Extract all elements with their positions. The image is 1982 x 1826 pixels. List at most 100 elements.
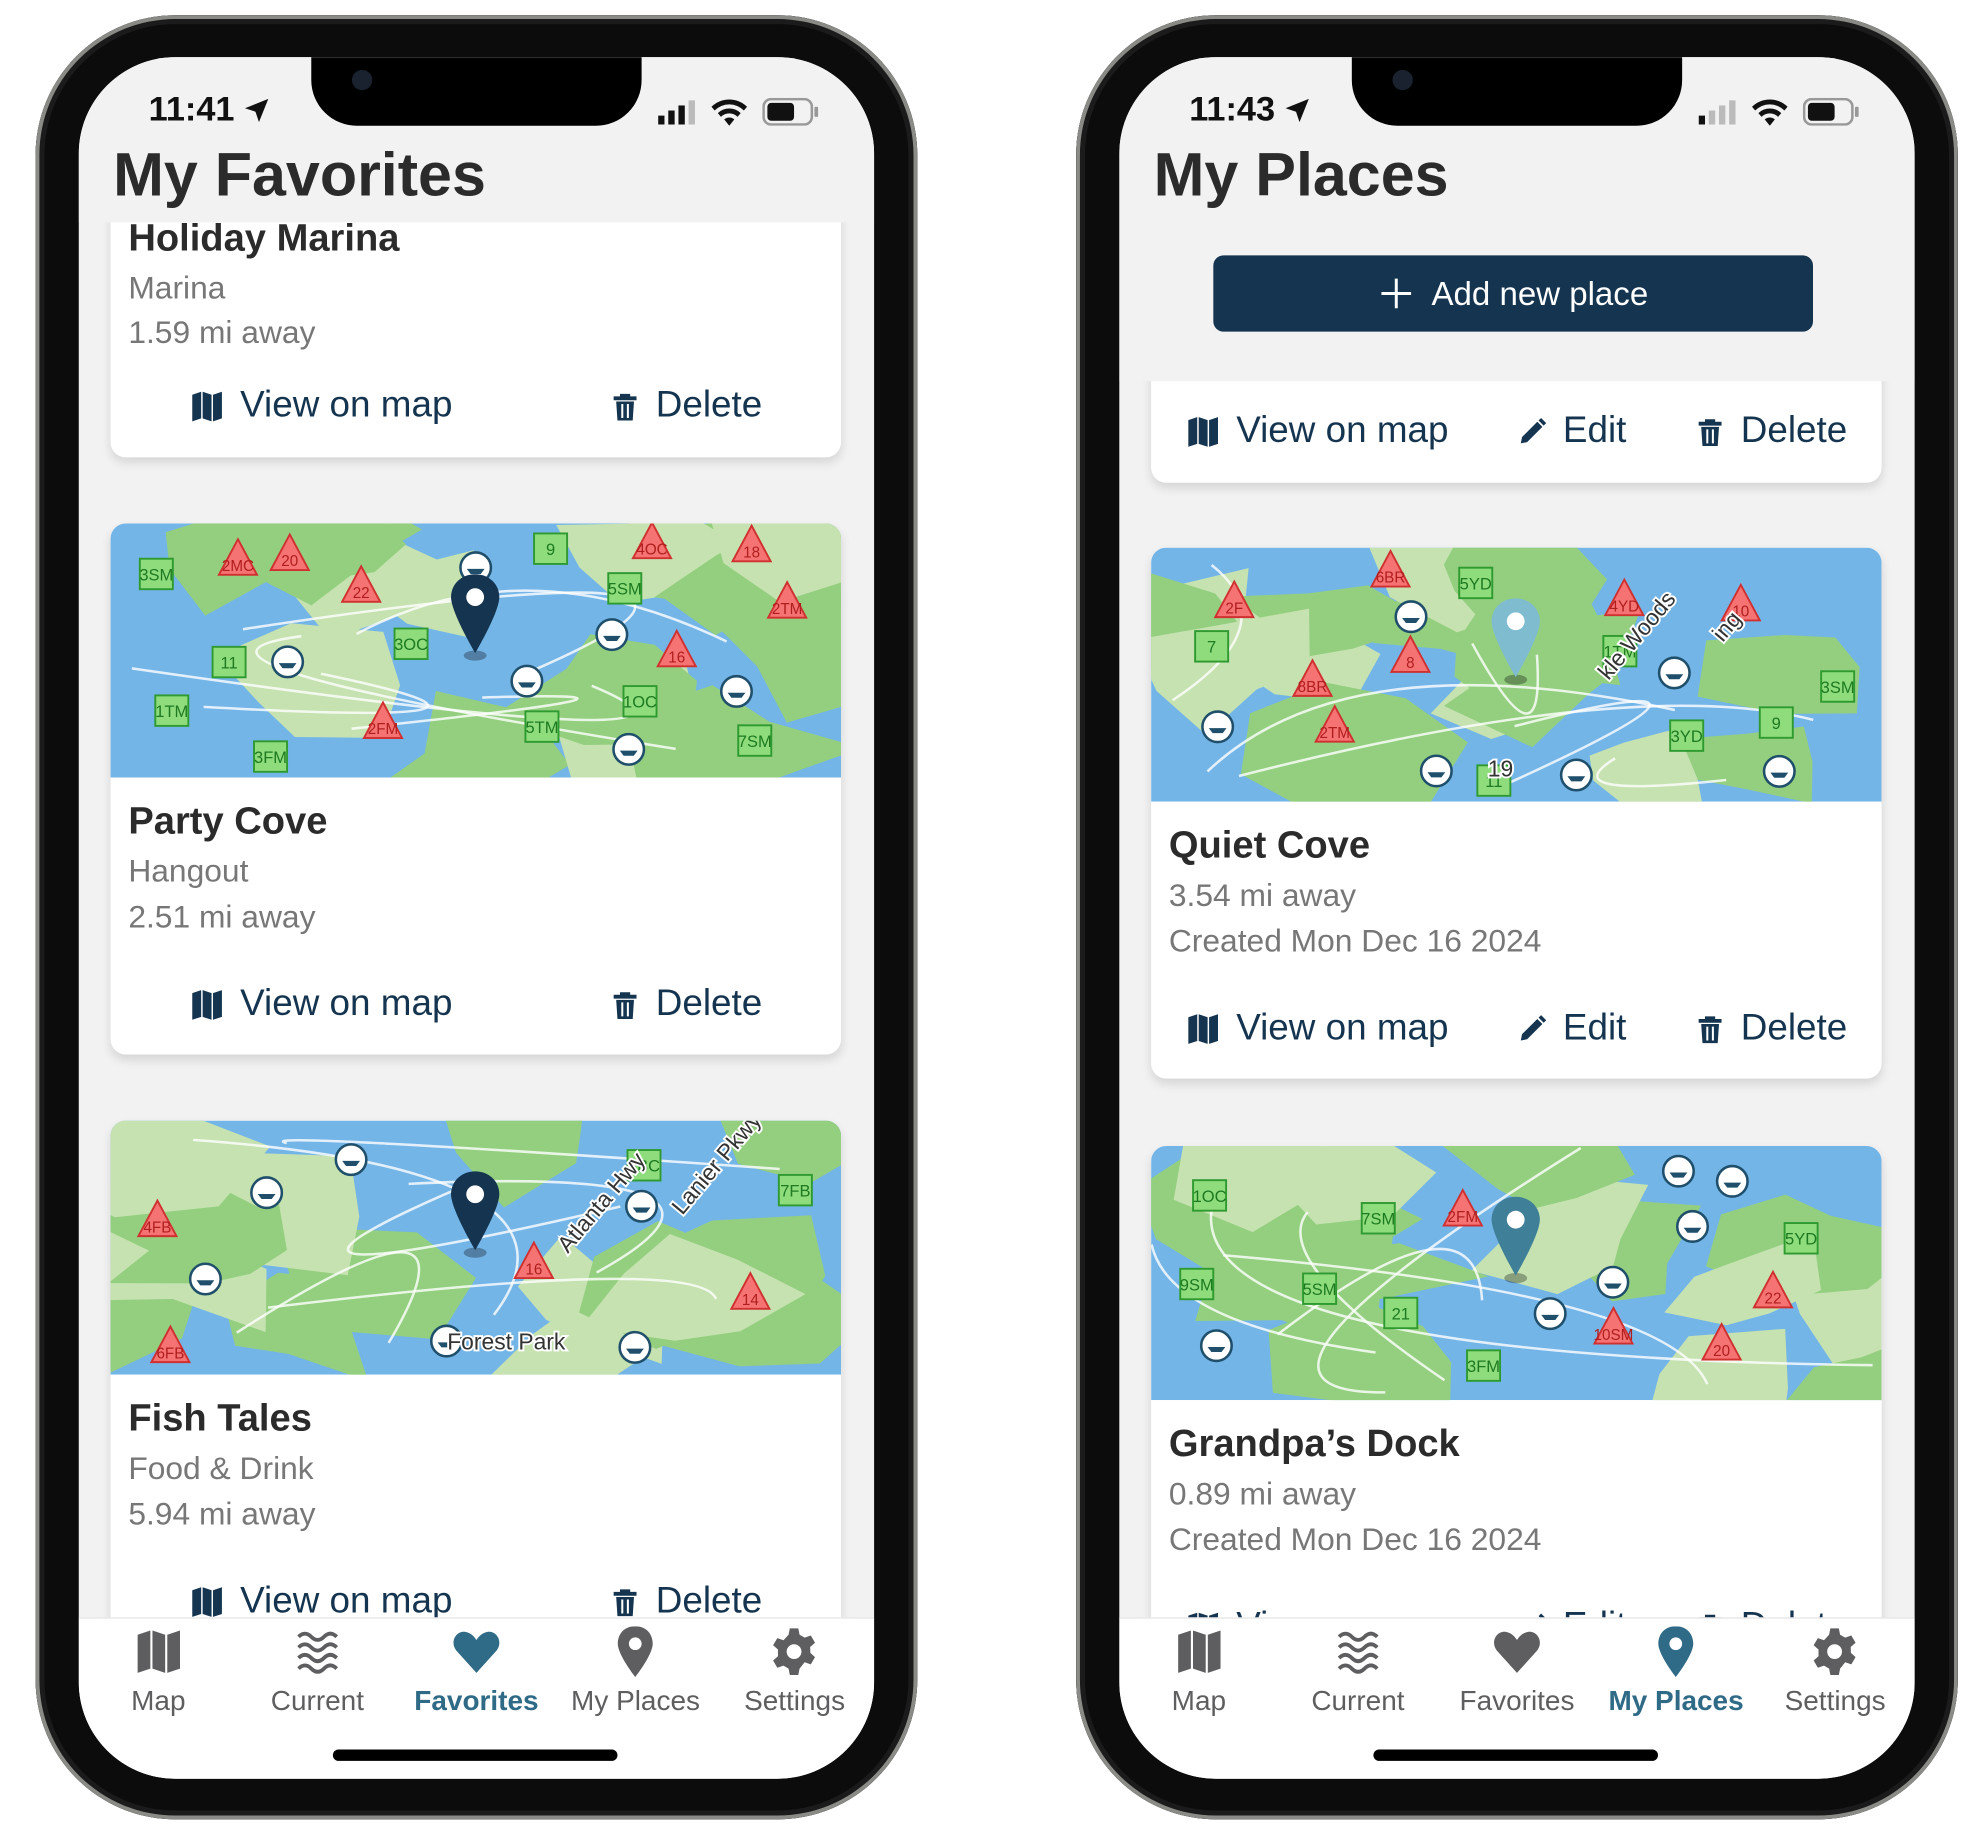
delete-button[interactable]: Delete — [610, 1581, 762, 1623]
marker-label: 5YD — [1785, 1231, 1817, 1249]
marker-label: 10SM — [1594, 1327, 1634, 1344]
marker-label: 2FM — [368, 721, 398, 738]
marker-label: 7SM — [1361, 1211, 1395, 1229]
marker-label: 8BR — [1298, 679, 1328, 696]
add-new-place-button[interactable]: Add new place — [1213, 255, 1814, 332]
boat-marker-icon — [1394, 600, 1428, 634]
place-name: Holiday Marina — [128, 217, 400, 260]
wifi-icon — [711, 99, 748, 126]
delete-button[interactable]: Delete — [1695, 410, 1847, 452]
marker-label: 20 — [1713, 1343, 1730, 1360]
marker-label: 3OC — [394, 636, 428, 654]
trash-icon — [610, 988, 640, 1021]
tab-settings[interactable]: Settings — [715, 1619, 874, 1779]
view-on-map-button[interactable]: View on map — [1185, 1007, 1449, 1050]
page-title: My Favorites — [113, 142, 486, 210]
green-marker: 1TM — [154, 694, 190, 727]
marker-label: 1OC — [623, 694, 657, 712]
phone-my-places: 11:43 My Places Add new place View on ma… — [1076, 15, 1958, 1820]
marker-label: 3YD — [1671, 728, 1703, 746]
marker-label: 11 — [221, 654, 238, 672]
boat-marker-icon — [1675, 1209, 1710, 1243]
delete-button[interactable]: Delete — [1695, 1008, 1847, 1050]
boat-marker-icon — [250, 1176, 284, 1210]
delete-button[interactable]: Delete — [610, 983, 762, 1025]
marker-label: 1TM — [155, 703, 188, 721]
boat-marker-icon — [1715, 1164, 1749, 1198]
green-marker: 7SM — [1360, 1202, 1396, 1235]
view-on-map-button[interactable]: View on map — [189, 385, 452, 427]
edit-label: Edit — [1562, 410, 1627, 452]
tab-map[interactable]: Map — [1119, 1619, 1278, 1779]
tab-map[interactable]: Map — [79, 1619, 238, 1779]
page-title: My Places — [1153, 142, 1449, 210]
favorites-screen: 11:41 My Favorites Holiday Marina Marina… — [78, 57, 875, 1779]
map-icon — [133, 1626, 184, 1677]
place-distance: 3.54 mi away — [1168, 877, 1357, 914]
map-thumbnail[interactable]: 7SM 3FM 5SM 5TM 3SM 1TM 1OC 3OC 9 11 2FM 20 22 2MC 18 4… — [110, 523, 842, 778]
green-marker: 5YD — [1783, 1222, 1819, 1255]
place-card: 5YD 3SM 1TM 3YD 9 7 11 4YD 8BR 6BR 2TM 10 8 2F kle Woo… — [1151, 547, 1882, 1079]
marker-label: 16 — [525, 1261, 542, 1278]
place-name: Party Cove — [128, 800, 328, 843]
map-thumbnail[interactable]: 7FB3BC16144FB6FBAtlanta Hwy Lanier PkwyFo… — [110, 1120, 842, 1375]
status-time: 11:43 — [1189, 90, 1276, 129]
marker-label: 9 — [1772, 715, 1781, 733]
place-created-date: Created Mon Dec 16 2024 — [1168, 1522, 1542, 1558]
marker-label: 2FM — [1448, 1209, 1478, 1226]
boat-marker-icon — [1596, 1265, 1630, 1299]
green-marker: 3OC — [393, 627, 429, 660]
green-marker: 3FM — [1466, 1349, 1502, 1382]
view-on-map-button[interactable]: View on map — [1185, 410, 1449, 452]
edit-button[interactable]: Edit — [1517, 410, 1626, 452]
tab-label: Current — [270, 1684, 364, 1717]
marker-label: 2TM — [772, 601, 802, 618]
marker-label: 5SM — [1303, 1281, 1337, 1299]
trash-icon — [1695, 1012, 1725, 1045]
boat-marker-icon — [1419, 754, 1453, 788]
boat-marker-icon — [1762, 754, 1796, 788]
view-on-map-button[interactable]: View on map — [189, 1581, 452, 1623]
tab-label: Settings — [1784, 1684, 1886, 1717]
marker-label: 3FM — [254, 749, 287, 767]
view-on-map-label: View on map — [1236, 1007, 1449, 1049]
marker-label: 5YD — [1460, 575, 1492, 593]
tab-label: My Places — [1608, 1684, 1744, 1717]
home-indicator — [332, 1749, 618, 1761]
boat-marker-icon — [1657, 656, 1691, 690]
marker-label: 6BR — [1376, 570, 1406, 587]
edit-button[interactable]: Edit — [1517, 1008, 1626, 1050]
map-thumbnail[interactable]: 5YD3SM1TM3YD97114YD8BR6BR2TM1082F kle Woo… — [1151, 547, 1882, 802]
marker-label: 2F — [1225, 600, 1243, 617]
map-icon — [1185, 1011, 1221, 1047]
pencil-icon — [1517, 1013, 1547, 1043]
marker-label: 18 — [743, 544, 760, 561]
tab-label: Favorites — [414, 1684, 539, 1717]
delete-button[interactable]: Delete — [610, 385, 762, 427]
heart-icon — [1492, 1626, 1543, 1677]
green-marker: 11 — [211, 645, 247, 679]
boat-marker-icon — [625, 1189, 659, 1223]
trash-icon — [610, 389, 640, 422]
marker-label: 7FB — [780, 1183, 810, 1201]
home-indicator — [1373, 1749, 1659, 1761]
place-name: Quiet Cove — [1168, 824, 1371, 867]
marker-label: 4OC — [636, 541, 667, 558]
notch — [1351, 57, 1683, 126]
favorites-list[interactable]: Holiday Marina Marina 1.59 mi away View … — [79, 57, 874, 1779]
view-on-map-label: View on map — [240, 983, 453, 1025]
marker-label: 20 — [281, 553, 298, 570]
tab-settings[interactable]: Settings — [1756, 1619, 1915, 1779]
green-marker: 3FM — [253, 740, 289, 773]
green-marker: 7SM — [737, 724, 773, 757]
boat-marker-icon — [271, 645, 305, 679]
marker-label: 2TM — [1319, 725, 1349, 742]
view-on-map-button[interactable]: View on map — [189, 983, 452, 1025]
trash-icon — [610, 1585, 640, 1618]
marker-label: 9SM — [1180, 1276, 1214, 1294]
place-created-date: Created Mon Dec 16 2024 — [1168, 923, 1542, 960]
map-thumbnail[interactable]: 9SM 7SM 3FM 5SM 5YD 21 1OC 10SM 2FM 22 20 — [1151, 1145, 1882, 1401]
green-marker: 7FB — [777, 1173, 813, 1207]
tab-label: Map — [1171, 1684, 1227, 1717]
green-marker: 5TM — [524, 710, 560, 743]
